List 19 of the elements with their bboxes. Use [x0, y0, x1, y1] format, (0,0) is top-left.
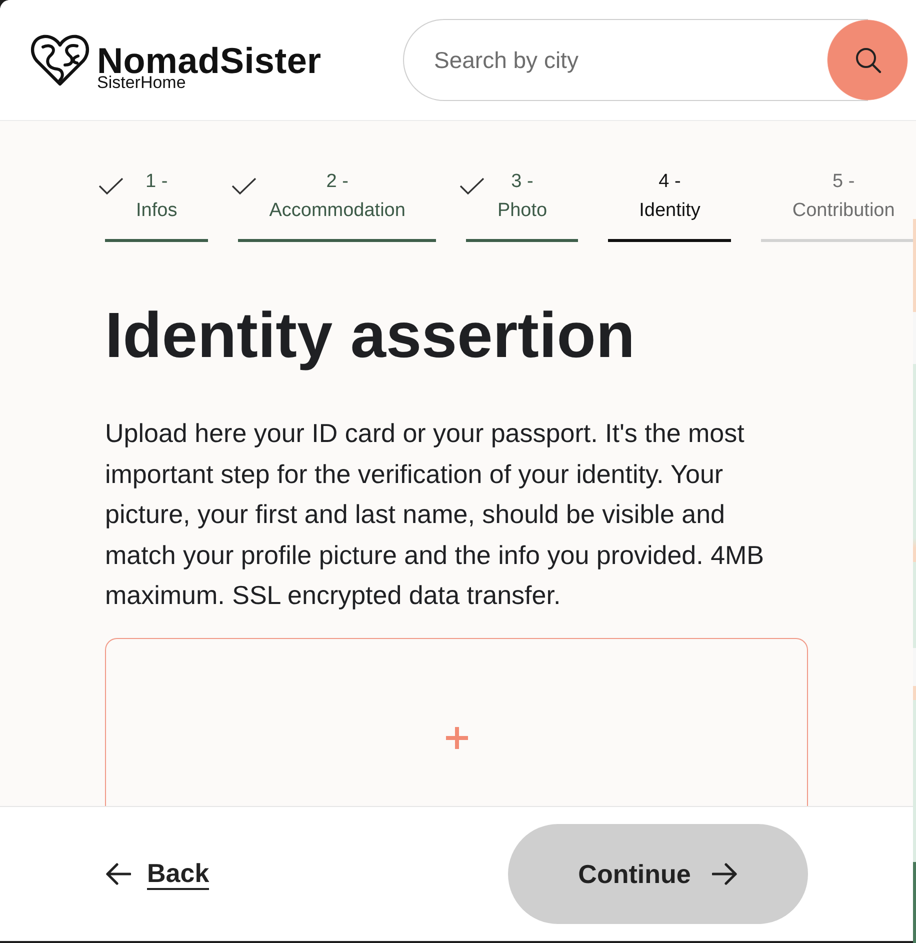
step-tab[interactable]: 2 - Accommodation	[231, 167, 436, 242]
check-icon	[459, 177, 486, 195]
arrow-left-icon	[105, 862, 131, 886]
logo-icon[interactable]	[30, 32, 90, 88]
step-tab[interactable]: 5 - Contribution	[754, 167, 913, 242]
step-tab[interactable]: 1 - Infos	[98, 167, 208, 242]
check-icon	[231, 177, 258, 195]
brand-tagline: SisterHome	[97, 75, 186, 91]
description-text: Upload here your ID card or your passport. It's the most important step for the verification of your identity. Your picture, your first and last name, should be visible and match your profile picture and the info you provided. 4MB maximum. SSL encrypted data transfer.	[105, 417, 766, 612]
back-link[interactable]: Back	[105, 858, 210, 890]
plus-icon	[446, 726, 468, 748]
arrow-right-icon	[712, 862, 738, 886]
page-title: Identity assertion	[105, 298, 636, 373]
brand-name[interactable]: NomadSister	[97, 45, 322, 77]
search-icon	[854, 46, 882, 74]
check-icon	[98, 177, 124, 195]
search-field[interactable]: Search by city	[403, 19, 827, 101]
step-tab[interactable]: 3 - Photo	[459, 167, 578, 242]
step-tab[interactable]: 4 - Identity	[601, 167, 732, 242]
